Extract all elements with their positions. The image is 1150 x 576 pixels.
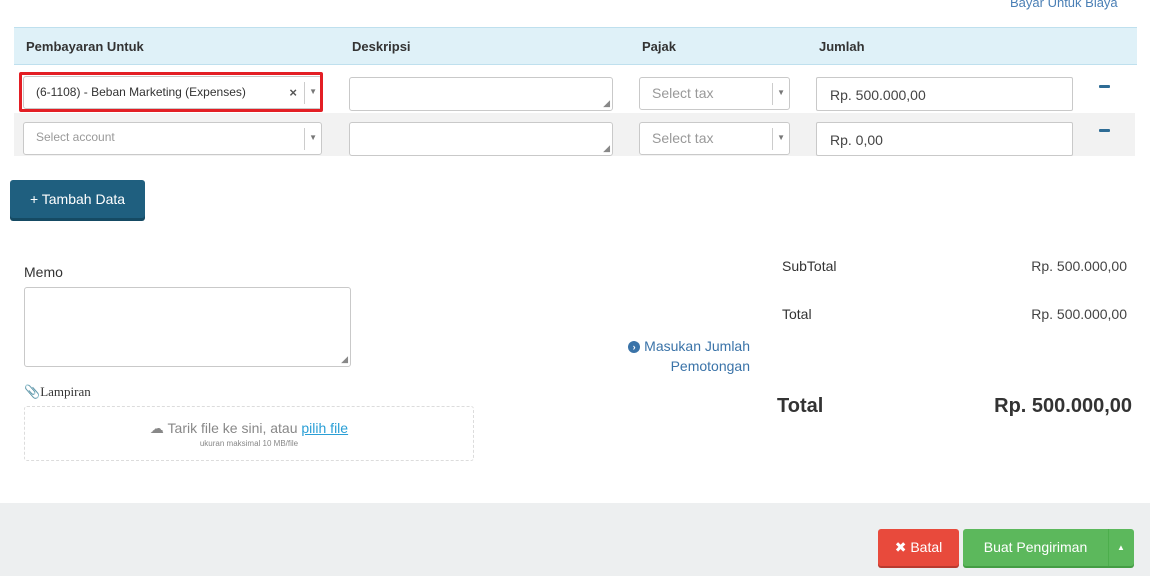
add-deduction-link[interactable]: › Masukan Jumlah Pemotongan [600,336,750,376]
file-size-hint: ukuran maksimal 10 MB/file [199,439,299,448]
subtotal-label: SubTotal [782,258,837,274]
description-input[interactable]: ◢ [349,122,613,156]
amount-value: Rp. 0,00 [830,132,883,148]
resize-handle-icon[interactable]: ◢ [603,98,610,109]
grand-total-value: Rp. 500.000,00 [994,395,1132,417]
account-select-placeholder: Select account [36,130,115,144]
paperclip-icon: 📎 [24,384,41,399]
amount-input[interactable]: Rp. 0,00 [816,122,1073,156]
tax-select[interactable]: Select tax ▼ [639,122,790,155]
chevron-down-icon[interactable]: ▼ [777,133,785,142]
add-row-button[interactable]: + Tambah Data [10,180,145,218]
chevron-down-icon[interactable]: ▼ [777,88,785,97]
select-divider [304,128,305,150]
create-shipment-button[interactable]: Buat Pengiriman ▲ [963,529,1134,566]
file-dropzone[interactable]: ☁ Tarik file ke sini, atau pilih file uk… [24,406,474,461]
remove-row-icon[interactable] [1099,129,1110,132]
create-shipment-label: Buat Pengiriman [983,539,1088,555]
deduction-link-line1: Masukan Jumlah [644,338,750,354]
tax-select-placeholder: Select tax [652,85,714,101]
remove-row-icon[interactable] [1099,85,1110,88]
total-value: Rp. 500.000,00 [1031,306,1127,322]
account-select[interactable]: Select account ▼ [23,122,322,155]
dropzone-text: ☁ Tarik file ke sini, atau pilih file [25,420,473,437]
resize-handle-icon[interactable]: ◢ [341,354,348,365]
column-header-description: Deskripsi [352,39,411,54]
description-input[interactable]: ◢ [349,77,613,111]
tax-select-placeholder: Select tax [652,130,714,146]
select-divider [772,128,773,150]
pay-for-expense-link[interactable]: Bayar Untuk Biaya [1010,0,1118,10]
subtotal-value: Rp. 500.000,00 [1031,258,1127,274]
dropzone-instruction: Tarik file ke sini, atau [167,420,298,436]
attachment-label: 📎Lampiran [24,384,91,400]
table-header: Pembayaran Untuk Deskripsi Pajak Jumlah [14,27,1137,65]
close-icon: ✖ [894,539,907,555]
pick-file-link[interactable]: pilih file [301,420,348,436]
amount-value: Rp. 500.000,00 [830,87,926,103]
amount-input[interactable]: Rp. 500.000,00 [816,77,1073,111]
tax-select[interactable]: Select tax ▼ [639,77,790,110]
memo-label: Memo [24,264,63,280]
column-header-amount: Jumlah [819,39,865,54]
select-divider [772,83,773,105]
column-header-tax: Pajak [642,39,676,54]
cloud-upload-icon: ☁ [149,420,164,436]
column-header-payment-for: Pembayaran Untuk [26,39,144,54]
cancel-button-label: Batal [910,539,943,555]
attachment-label-text: Lampiran [40,384,91,399]
chevron-down-icon[interactable]: ▼ [309,133,317,142]
total-label: Total [782,306,812,322]
grand-total-label: Total [777,395,824,417]
cancel-button[interactable]: ✖ Batal [878,529,959,566]
highlight-box [19,72,323,112]
deduction-link-line2: Pemotongan [670,358,750,374]
chevron-right-circle-icon: › [628,341,641,353]
memo-input[interactable]: ◢ [24,287,351,367]
caret-up-icon[interactable]: ▲ [1108,529,1134,566]
resize-handle-icon[interactable]: ◢ [603,143,610,154]
